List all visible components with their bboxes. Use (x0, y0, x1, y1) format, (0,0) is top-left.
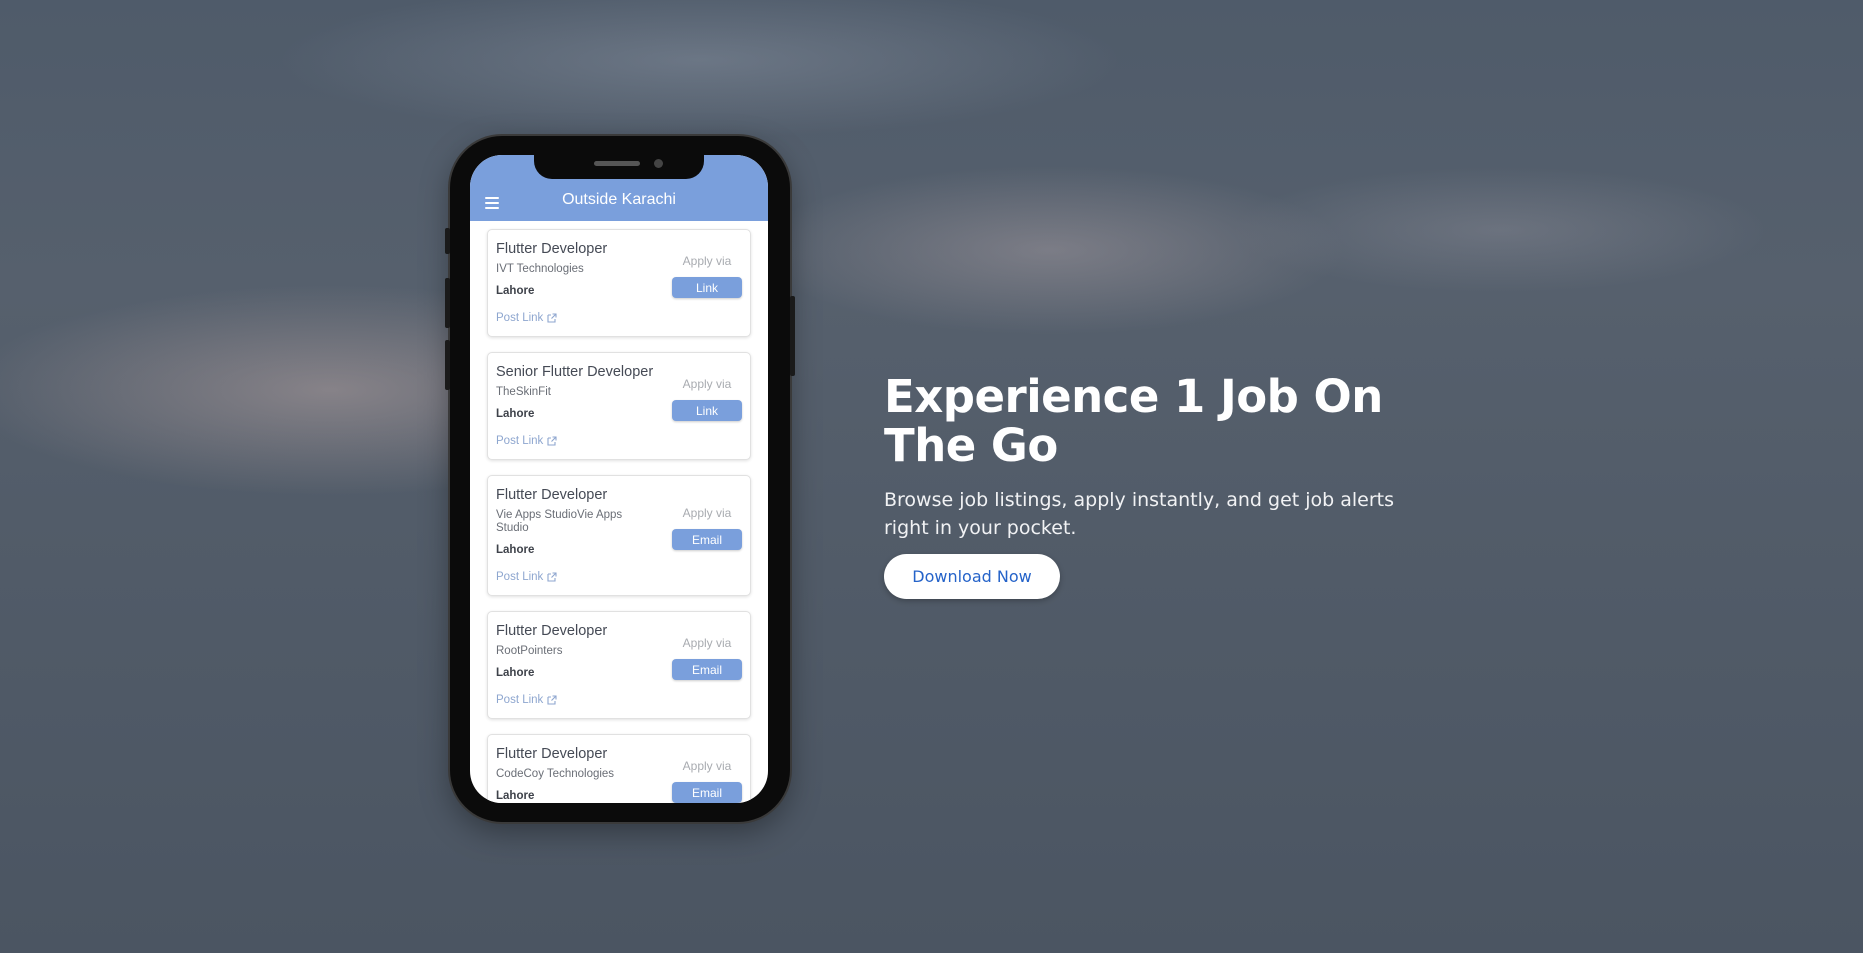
post-link-label: Post Link (496, 435, 544, 447)
job-card[interactable]: Flutter Developer CodeCoy Technologies L… (487, 734, 751, 803)
apply-link-button[interactable]: Link (672, 400, 742, 421)
external-link-icon (547, 572, 557, 582)
phone-volume-down-button (445, 340, 450, 390)
company-name: Vie Apps StudioVie Apps Studio (496, 509, 623, 534)
external-link-icon (547, 695, 557, 705)
hero-section: Experience 1 Job On The Go Browse job li… (884, 372, 1444, 599)
job-title: Flutter Developer (496, 487, 608, 503)
app-title: Outside Karachi (562, 191, 676, 208)
hero-heading: Experience 1 Job On The Go (884, 370, 1383, 472)
apply-link-button[interactable]: Link (672, 277, 742, 298)
apply-email-button[interactable]: Email (672, 529, 742, 550)
phone-mute-switch (445, 228, 450, 254)
download-now-button[interactable]: Download Now (884, 554, 1060, 599)
post-link[interactable]: Post Link (496, 435, 557, 447)
phone-volume-up-button (445, 278, 450, 328)
company-name: TheSkinFit (496, 386, 551, 398)
job-card[interactable]: Senior Flutter Developer TheSkinFit Laho… (487, 352, 751, 460)
company-name: RootPointers (496, 645, 563, 657)
job-card[interactable]: Flutter Developer RootPointers Lahore Po… (487, 611, 751, 719)
post-link-label: Post Link (496, 571, 544, 583)
job-card[interactable]: Flutter Developer IVT Technologies Lahor… (487, 229, 751, 337)
apply-via-label: Apply via (682, 254, 732, 268)
phone-screen: Outside Karachi Flutter Developer IVT Te… (470, 155, 768, 803)
external-link-icon (547, 313, 557, 323)
job-list[interactable]: Flutter Developer IVT Technologies Lahor… (470, 221, 768, 803)
apply-via-label: Apply via (682, 636, 732, 650)
post-link-label: Post Link (496, 312, 544, 324)
job-card[interactable]: Flutter Developer Vie Apps StudioVie App… (487, 475, 751, 596)
phone-notch (534, 155, 704, 179)
apply-via-label: Apply via (682, 759, 732, 773)
post-link-label: Post Link (496, 694, 544, 706)
hero-subheading: Browse job listings, apply instantly, an… (884, 489, 1395, 539)
apply-via-label: Apply via (682, 377, 732, 391)
apply-via-label: Apply via (682, 506, 732, 520)
speaker-grille (594, 161, 640, 166)
apply-email-button[interactable]: Email (672, 659, 742, 680)
post-link[interactable]: Post Link (496, 694, 557, 706)
external-link-icon (547, 436, 557, 446)
company-name: CodeCoy Technologies (496, 768, 615, 780)
phone-power-button (790, 296, 795, 376)
post-link[interactable]: Post Link (496, 312, 557, 324)
phone-mockup: Outside Karachi Flutter Developer IVT Te… (445, 136, 795, 822)
front-camera (654, 159, 663, 168)
apply-email-button[interactable]: Email (672, 782, 742, 803)
post-link[interactable]: Post Link (496, 571, 557, 583)
company-name: IVT Technologies (496, 263, 584, 275)
